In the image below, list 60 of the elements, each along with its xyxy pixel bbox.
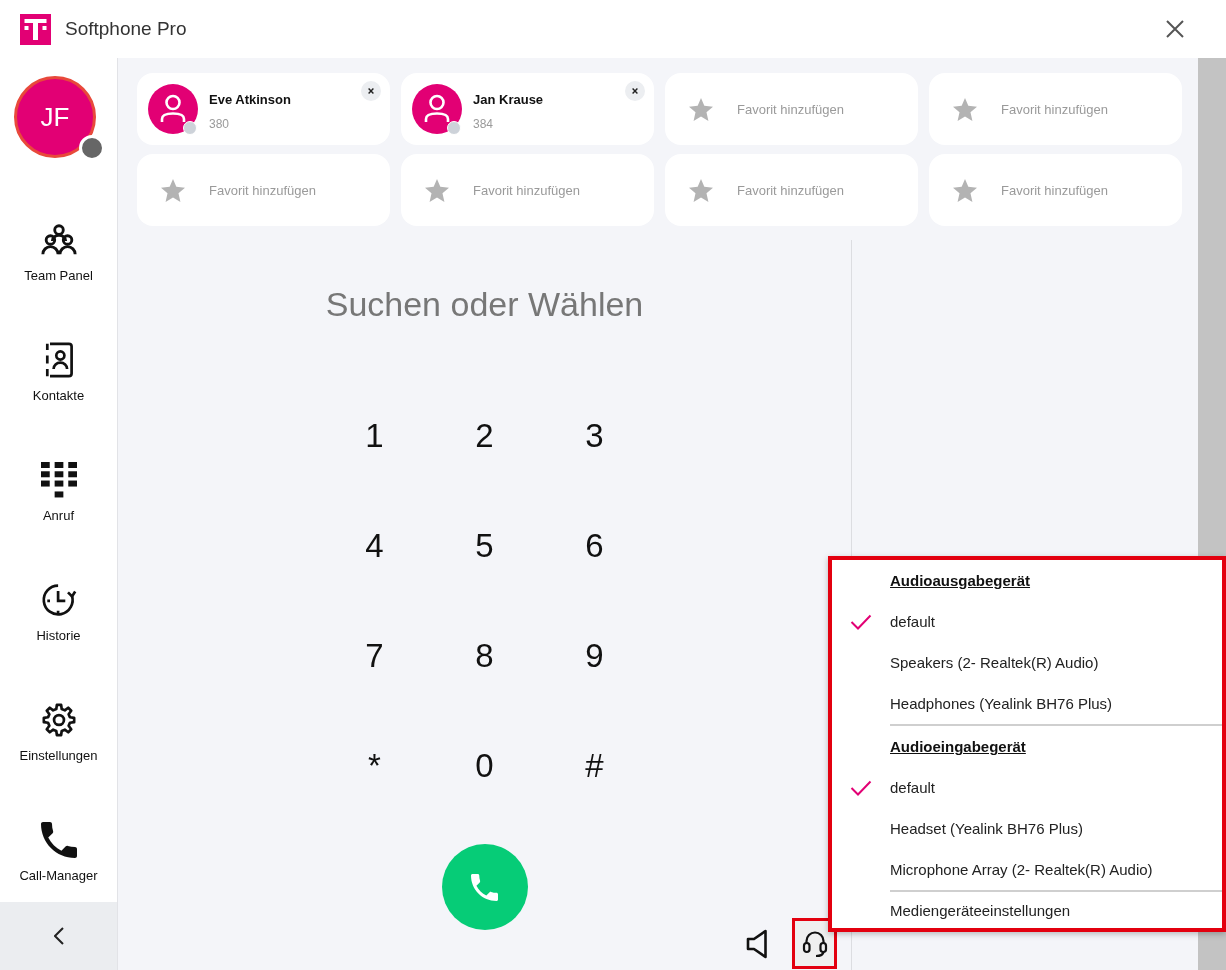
chevron-left-icon (53, 927, 64, 945)
close-icon (1166, 20, 1184, 38)
menu-item[interactable]: Speakers (2- Realtek(R) Audio) (832, 642, 1222, 683)
menu-item[interactable]: Headset (Yealink BH76 Plus) (832, 808, 1222, 849)
dial-key[interactable]: 0 (454, 736, 515, 796)
dial-key[interactable]: 8 (454, 626, 515, 686)
window-title: Softphone Pro (65, 18, 187, 40)
dialpad-icon (39, 462, 78, 498)
star-icon (689, 97, 713, 121)
dial-key[interactable]: * (344, 736, 405, 796)
favorite-card[interactable]: Jan Krause 384 (401, 73, 654, 145)
star-icon (953, 178, 977, 202)
search-dial-field[interactable]: Suchen oder Wählen (234, 279, 735, 329)
dial-key[interactable]: 6 (564, 516, 625, 576)
sidebar-item[interactable]: Anruf (0, 422, 117, 542)
sidebar-item[interactable]: Call-Manager (0, 782, 117, 902)
phone-icon (471, 873, 498, 901)
history-icon (39, 582, 78, 618)
avatar-icon (412, 84, 462, 134)
status-dot-icon (447, 121, 461, 135)
dial-key[interactable]: 4 (344, 516, 405, 576)
extension-number: 380 (209, 116, 231, 132)
menu-item[interactable]: default (832, 601, 1222, 642)
menu-item[interactable]: default (832, 767, 1222, 808)
remove-favorite-button[interactable] (625, 81, 645, 101)
dial-key[interactable]: 5 (454, 516, 515, 576)
media-settings-item[interactable]: Mediengeräteeinstellungen (832, 892, 1222, 928)
status-dot-icon (183, 121, 197, 135)
extension-number: 384 (473, 116, 495, 132)
favorite-card[interactable]: Eve Atkinson 380 (137, 73, 390, 145)
phone-icon (39, 822, 78, 858)
sidebar-item[interactable]: Einstellungen (0, 662, 117, 782)
cross-icon (631, 87, 639, 95)
menu-section-title: Audioeingabegerät (890, 738, 1026, 755)
remove-favorite-button[interactable] (361, 81, 381, 101)
dial-key[interactable]: 3 (564, 406, 625, 466)
dial-key[interactable]: 1 (344, 406, 405, 466)
menu-item[interactable]: Microphone Array (2- Realtek(R) Audio) (832, 849, 1222, 890)
menu-item[interactable]: Headphones (Yealink BH76 Plus) (832, 683, 1222, 724)
avatar-icon (148, 84, 198, 134)
logo-icon (20, 13, 51, 45)
dial-key[interactable]: 2 (454, 406, 515, 466)
star-icon (953, 97, 977, 121)
contact-name: Jan Krause (473, 92, 544, 108)
speaker-icon (746, 928, 768, 959)
user-avatar[interactable]: JF (14, 76, 96, 158)
headset-icon (801, 929, 828, 958)
star-icon (425, 178, 449, 202)
sidebar-item[interactable]: Team Panel (0, 182, 117, 302)
dial-key[interactable]: 9 (564, 626, 625, 686)
star-icon (689, 178, 713, 202)
headset-button[interactable] (792, 918, 837, 969)
menu-section-title: Audioausgabegerät (890, 572, 1031, 589)
dial-key[interactable]: 7 (344, 626, 405, 686)
contact-name: Eve Atkinson (209, 92, 291, 108)
cross-icon (367, 87, 375, 95)
sidebar-item[interactable]: Kontakte (0, 302, 117, 422)
star-icon (161, 178, 185, 202)
sidebar-item[interactable]: Historie (0, 542, 117, 662)
dial-key[interactable]: # (564, 736, 625, 796)
